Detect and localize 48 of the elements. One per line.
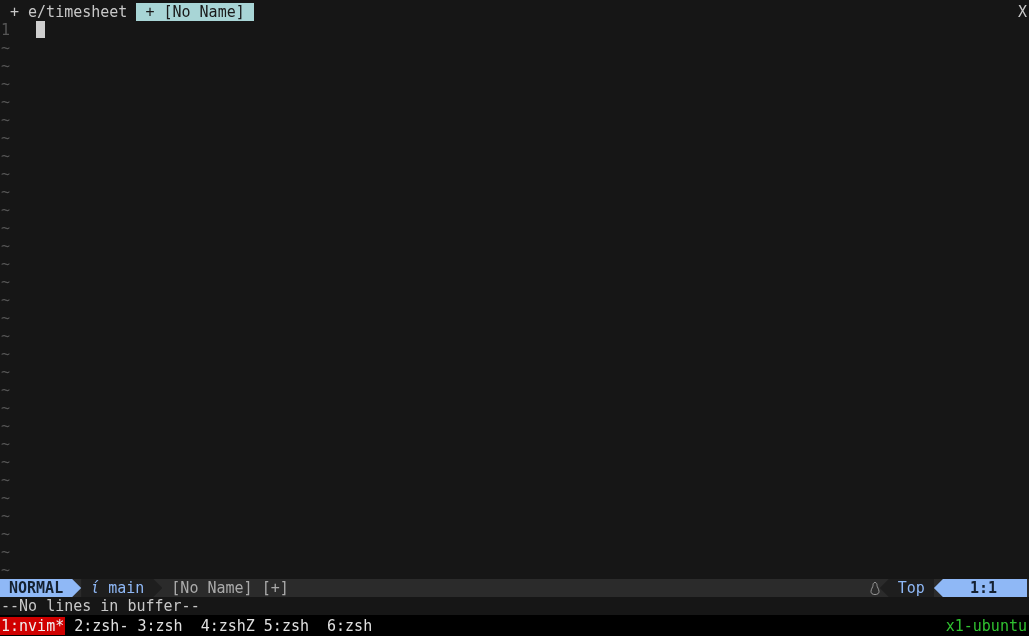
empty-line-marker: ~ bbox=[0, 219, 11, 237]
line-number: 1 bbox=[0, 21, 12, 39]
empty-line-marker: ~ bbox=[0, 183, 11, 201]
branch-name: main bbox=[108, 579, 145, 597]
empty-line-marker: ~ bbox=[0, 345, 11, 363]
empty-line-marker: ~ bbox=[0, 111, 11, 129]
empty-line-marker: ~ bbox=[0, 453, 11, 471]
empty-line-marker: ~ bbox=[0, 399, 11, 417]
tmux-window[interactable]: 6:zsh bbox=[327, 616, 382, 635]
empty-line-marker: ~ bbox=[0, 525, 11, 543]
empty-line-marker: ~ bbox=[0, 93, 11, 111]
empty-line-marker: ~ bbox=[0, 291, 11, 309]
tmux-window[interactable]: 4:zshZ bbox=[200, 616, 255, 635]
empty-line-marker: ~ bbox=[0, 309, 11, 327]
buffer-tab[interactable]: + [No Name] bbox=[136, 3, 254, 21]
tmux-window[interactable]: 1:nvim* bbox=[0, 616, 66, 635]
tmux-window[interactable]: 2:zsh- bbox=[74, 616, 129, 635]
branch-icon: ί bbox=[90, 579, 100, 597]
empty-line-marker: ~ bbox=[0, 273, 11, 291]
empty-line-marker: ~ bbox=[0, 435, 11, 453]
empty-line-marker: ~ bbox=[0, 561, 11, 579]
empty-line-marker: ~ bbox=[0, 255, 11, 273]
empty-line-marker: ~ bbox=[0, 201, 11, 219]
empty-line-marker: ~ bbox=[0, 39, 11, 57]
scroll-position: Top bbox=[879, 579, 934, 597]
empty-line-marker: ~ bbox=[0, 363, 11, 381]
empty-line-marker: ~ bbox=[0, 57, 11, 75]
empty-line-marker: ~ bbox=[0, 471, 11, 489]
empty-line-marker: ~ bbox=[0, 489, 11, 507]
empty-line-marker: ~ bbox=[0, 507, 11, 525]
buffer-tab[interactable]: + e/timesheet bbox=[1, 3, 137, 21]
close-button[interactable]: X bbox=[1017, 3, 1029, 21]
empty-line-marker: ~ bbox=[0, 543, 11, 561]
empty-line-marker: ~ bbox=[0, 327, 11, 345]
empty-line-marker: ~ bbox=[0, 75, 11, 93]
empty-line-marker: ~ bbox=[0, 237, 11, 255]
tmux-window[interactable]: 3:zsh bbox=[137, 616, 192, 635]
cursor-position: 1:1 bbox=[933, 579, 1027, 597]
empty-line-marker: ~ bbox=[0, 147, 11, 165]
empty-line-marker: ~ bbox=[0, 417, 11, 435]
host-name: x1-ubuntu bbox=[945, 616, 1028, 635]
mode-indicator: NORMAL bbox=[0, 579, 82, 597]
tmux-window[interactable]: 5:zsh bbox=[263, 616, 318, 635]
message-line: --No lines in buffer-- bbox=[0, 597, 201, 615]
file-name: [No Name] [+] bbox=[170, 579, 289, 597]
empty-line-marker: ~ bbox=[0, 165, 11, 183]
empty-line-marker: ~ bbox=[0, 381, 11, 399]
empty-line-marker: ~ bbox=[0, 129, 11, 147]
